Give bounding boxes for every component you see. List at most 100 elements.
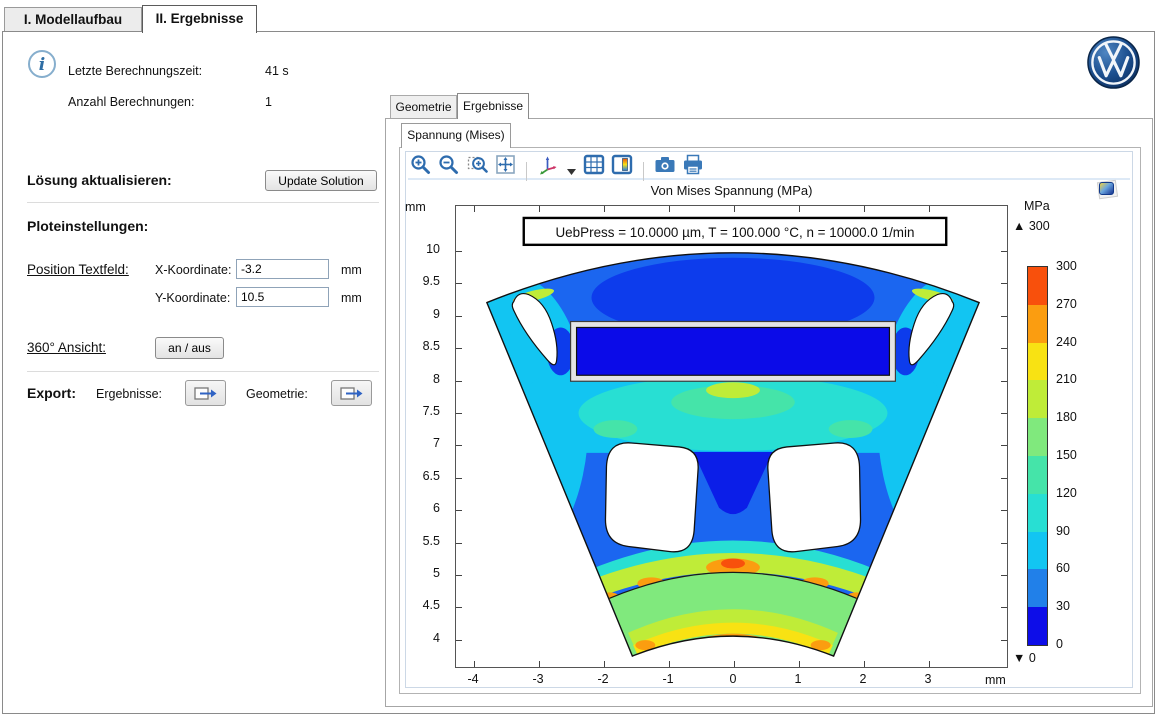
x-tick-label: -4 [456,672,490,686]
colorbar-min-marker: ▼ 0 [1013,651,1036,665]
plot-frame[interactable]: UebPress = 10.0000 µm, T = 100.000 °C, n… [455,205,1008,668]
tab-modellaufbau-label: I. Modellaufbau [24,12,122,27]
y-tick-label: 8 [403,372,448,386]
colorbar-segment [1028,380,1047,418]
colorbar-segment [1028,532,1047,570]
graphics-toolbar [408,152,1130,180]
update-solution-button[interactable]: Update Solution [265,170,377,191]
y-tick-mark [456,510,462,511]
view-360-toggle-button[interactable]: an / aus [155,337,224,359]
y-tick-label: 4.5 [403,598,448,612]
export-results-button[interactable] [185,380,226,406]
y-tick-mark [456,381,462,382]
y-tick-mark [1001,640,1007,641]
plot-button-icon[interactable] [1097,180,1118,199]
tab-modellaufbau[interactable]: I. Modellaufbau [4,7,142,32]
x-tick-mark [799,661,800,667]
x-tick-label: -3 [521,672,555,686]
grid-icon[interactable] [581,152,606,177]
zoom-out-icon[interactable] [436,152,461,177]
x-tick-mark [864,661,865,667]
section-divider [27,371,379,372]
x-tick-mark [669,206,670,212]
y-coordinate-unit: mm [341,291,362,305]
y-coordinate-label: Y-Koordinate: [155,291,230,305]
y-tick-label: 8.5 [403,339,448,353]
plot-settings-heading: Ploteinstellungen: [27,218,148,234]
y-tick-mark [456,445,462,446]
x-tick-label: 0 [716,672,750,686]
x-tick-label: 2 [846,672,880,686]
colorbar-segment [1028,418,1047,456]
subtab-ergebnisse[interactable]: Ergebnisse [457,93,529,119]
colorbar-tick-label: 90 [1056,524,1070,538]
y-tick-mark [456,575,462,576]
view-orientation-dropdown-icon[interactable] [564,160,578,185]
toolbar-separator [643,162,644,181]
y-tick-label: 9 [403,307,448,321]
computation-count-label: Anzahl Berechnungen: [68,95,194,109]
colorbar-tick-label: 0 [1056,637,1063,651]
y-tick-label: 6 [403,501,448,515]
y-tick-mark [456,640,462,641]
y-tick-mark [1001,543,1007,544]
colorbar-max-marker: ▲ 300 [1013,219,1050,233]
export-geometry-button[interactable] [331,380,372,406]
tab-ergebnisse[interactable]: II. Ergebnisse [142,5,257,33]
colorbar-tick-label: 240 [1056,335,1077,349]
y-tick-mark [456,251,462,252]
y-tick-mark [1001,607,1007,608]
y-tick-label: 9.5 [403,274,448,288]
export-heading: Export: [27,385,76,401]
zoom-extents-icon[interactable] [493,152,518,177]
y-tick-mark [1001,283,1007,284]
x-tick-mark [929,661,930,667]
y-tick-label: 5 [403,566,448,580]
y-tick-mark [456,543,462,544]
x-tick-label: 1 [781,672,815,686]
plot-tab-spannung-mises[interactable]: Spannung (Mises) [401,123,511,148]
plot-annotation-text: UebPress = 10.0000 µm, T = 100.000 °C, n… [555,225,914,240]
x-tick-mark [734,661,735,667]
colorbar-tick-label: 60 [1056,561,1070,575]
colorbar-segment [1028,305,1047,343]
export-icon [194,386,218,401]
x-tick-mark [539,206,540,212]
y-tick-mark [1001,510,1007,511]
svg-text:i: i [39,55,45,75]
y-tick-mark [456,283,462,284]
x-tick-mark [474,206,475,212]
app-window: I. Modellaufbau II. Ergebnisse i Letzte … [0,0,1157,720]
y-axis-tick-labels: 109.598.587.576.565.554.54 [403,205,448,668]
y-tick-label: 10 [403,242,448,256]
last-computation-label: Letzte Berechnungszeit: [68,64,202,78]
colorbar-tick-label: 300 [1056,259,1077,273]
y-tick-label: 5.5 [403,534,448,548]
zoom-in-icon[interactable] [408,152,433,177]
view-orientation-icon[interactable] [536,152,561,177]
colorbar-max-value: 300 [1029,219,1050,233]
color-legend-icon[interactable] [610,152,635,177]
y-tick-mark [456,478,462,479]
y-coordinate-input[interactable] [236,287,329,307]
x-coordinate-input[interactable] [236,259,329,279]
vw-logo [1086,35,1141,90]
zoom-box-icon[interactable] [465,152,490,177]
colorbar-tick-label: 270 [1056,297,1077,311]
export-geometry-label: Geometrie: [246,387,308,401]
snapshot-icon[interactable] [652,152,677,177]
y-tick-mark [456,348,462,349]
x-tick-label: -2 [586,672,620,686]
colorbar-segment [1028,343,1047,381]
y-tick-mark [1001,413,1007,414]
x-tick-mark [539,661,540,667]
x-tick-mark [799,206,800,212]
magnet-slot-highlighted[interactable] [571,321,896,381]
flux-barrier-hole-right [768,443,861,552]
x-tick-mark [929,206,930,212]
print-icon[interactable] [681,152,706,177]
view-360-label: 360° Ansicht: [27,340,106,355]
info-icon: i [27,49,59,81]
subtab-geometrie[interactable]: Geometrie [390,95,457,118]
x-tick-mark [669,661,670,667]
